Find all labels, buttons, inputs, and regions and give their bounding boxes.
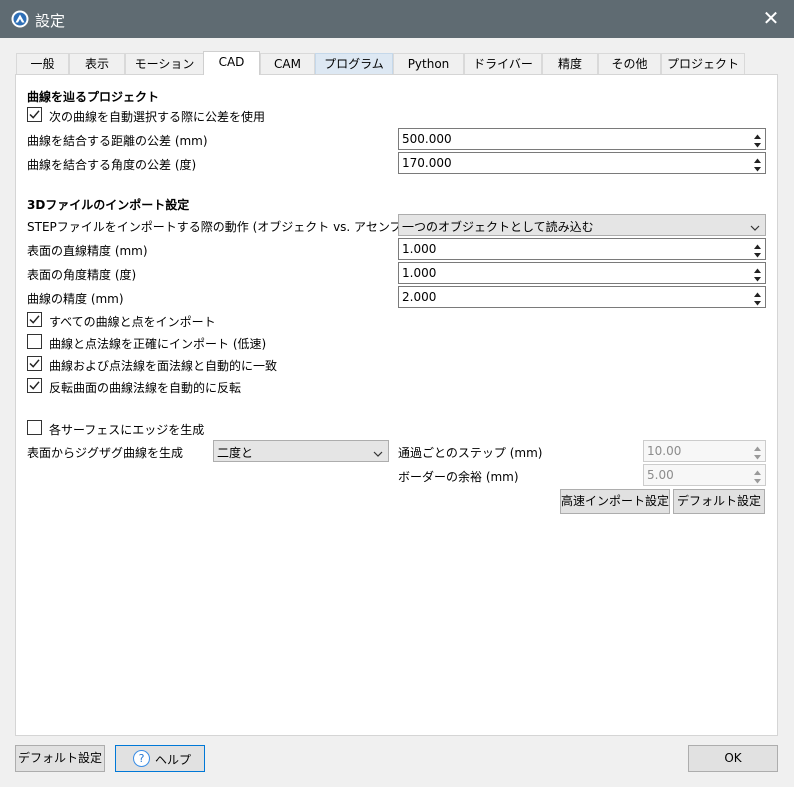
tab-display[interactable]: 表示: [69, 53, 125, 74]
angular-precision-label: 表面の角度精度 (度): [27, 268, 137, 282]
angle-tolerance-input[interactable]: 170.000: [398, 152, 766, 174]
tab-program[interactable]: プログラム: [315, 53, 393, 74]
spin-down-icon[interactable]: [751, 451, 764, 460]
step-import-value: 一つのオブジェクトとして読み込む: [402, 220, 594, 234]
chevron-down-icon: [750, 221, 760, 235]
zigzag-value: 二度と: [217, 446, 254, 460]
linear-precision-value: 1.000: [402, 242, 437, 256]
panel-default-settings-button[interactable]: デフォルト設定: [673, 489, 765, 514]
spin-up-icon[interactable]: [751, 130, 764, 139]
import-all-curves-checkbox[interactable]: [27, 312, 42, 327]
exact-normals-label: 曲線と点法線を正確にインポート (低速): [49, 337, 267, 351]
spin-down-icon[interactable]: [751, 273, 764, 282]
window-title: 設定: [35, 12, 66, 30]
cad-settings-panel: 曲線を辿るプロジェクト 次の曲線を自動選択する際に公差を使用 曲線を結合する距離…: [15, 74, 778, 736]
spin-up-icon[interactable]: [751, 264, 764, 273]
step-per-pass-label: 通過ごとのステップ (mm): [398, 446, 543, 460]
generate-edges-checkbox[interactable]: [27, 420, 42, 435]
spin-down-icon[interactable]: [751, 297, 764, 306]
curve-precision-label: 曲線の精度 (mm): [27, 292, 124, 306]
zigzag-select[interactable]: 二度と: [213, 440, 389, 462]
zigzag-label: 表面からジグザグ曲線を生成: [27, 446, 184, 460]
spin-up-icon[interactable]: [751, 288, 764, 297]
tab-other[interactable]: その他: [598, 53, 661, 74]
angular-precision-value: 1.000: [402, 266, 437, 280]
tab-python[interactable]: Python: [393, 53, 464, 74]
spin-down-icon[interactable]: [751, 475, 764, 484]
angular-precision-input[interactable]: 1.000: [398, 262, 766, 284]
auto-select-checkbox[interactable]: [27, 107, 42, 122]
chevron-down-icon: [373, 447, 383, 461]
distance-tolerance-label: 曲線を結合する距離の公差 (mm): [27, 134, 208, 148]
help-icon: ?: [133, 750, 150, 767]
tab-cad[interactable]: CAD: [203, 51, 260, 75]
curve-precision-value: 2.000: [402, 290, 437, 304]
flip-normals-checkbox[interactable]: [27, 378, 42, 393]
match-normals-label: 曲線および点法線を面法線と自動的に一致: [49, 359, 278, 373]
tab-general[interactable]: 一般: [16, 53, 69, 74]
spin-down-icon[interactable]: [751, 163, 764, 172]
tab-motion[interactable]: モーション: [125, 53, 204, 74]
title-bar: 設定 ✕: [0, 0, 794, 38]
curve-project-title: 曲線を辿るプロジェクト: [27, 90, 160, 104]
import-settings-title: 3Dファイルのインポート設定: [27, 198, 190, 212]
help-button-label: ヘルプ: [155, 753, 192, 767]
step-per-pass-input[interactable]: 10.00: [643, 440, 766, 462]
step-import-select[interactable]: 一つのオブジェクトとして読み込む: [398, 214, 766, 236]
tab-driver[interactable]: ドライバー: [464, 53, 542, 74]
curve-precision-input[interactable]: 2.000: [398, 286, 766, 308]
auto-select-label: 次の曲線を自動選択する際に公差を使用: [49, 110, 266, 124]
ok-button[interactable]: OK: [688, 745, 778, 772]
distance-tolerance-input[interactable]: 500.000: [398, 128, 766, 150]
flip-normals-label: 反転曲面の曲線法線を自動的に反転: [49, 381, 242, 395]
step-import-label: STEPファイルをインポートする際の動作 (オブジェクト vs. アセンブリ): [27, 220, 419, 234]
import-all-curves-label: すべての曲線と点をインポート: [49, 315, 216, 329]
generate-edges-label: 各サーフェスにエッジを生成: [49, 423, 205, 437]
tab-cam[interactable]: CAM: [260, 53, 315, 74]
linear-precision-input[interactable]: 1.000: [398, 238, 766, 260]
spin-up-icon[interactable]: [751, 240, 764, 249]
exact-normals-checkbox[interactable]: [27, 334, 42, 349]
fast-import-settings-button[interactable]: 高速インポート設定: [560, 489, 670, 514]
app-logo-icon: [11, 10, 29, 28]
spin-down-icon[interactable]: [751, 139, 764, 148]
distance-tolerance-value: 500.000: [402, 132, 452, 146]
angle-tolerance-value: 170.000: [402, 156, 452, 170]
angle-tolerance-label: 曲線を結合する角度の公差 (度): [27, 158, 197, 172]
match-normals-checkbox[interactable]: [27, 356, 42, 371]
linear-precision-label: 表面の直線精度 (mm): [27, 244, 148, 258]
border-margin-value: 5.00: [647, 468, 674, 482]
step-per-pass-value: 10.00: [647, 444, 682, 458]
spin-up-icon[interactable]: [751, 466, 764, 475]
spin-up-icon[interactable]: [751, 154, 764, 163]
border-margin-input[interactable]: 5.00: [643, 464, 766, 486]
spin-down-icon[interactable]: [751, 249, 764, 258]
help-button[interactable]: ? ヘルプ: [115, 745, 205, 772]
spin-up-icon[interactable]: [751, 442, 764, 451]
tab-precision[interactable]: 精度: [542, 53, 598, 74]
tab-project[interactable]: プロジェクト: [661, 53, 745, 74]
close-icon[interactable]: ✕: [748, 0, 794, 38]
reset-defaults-button[interactable]: デフォルト設定: [15, 745, 105, 772]
border-margin-label: ボーダーの余裕 (mm): [398, 470, 519, 484]
